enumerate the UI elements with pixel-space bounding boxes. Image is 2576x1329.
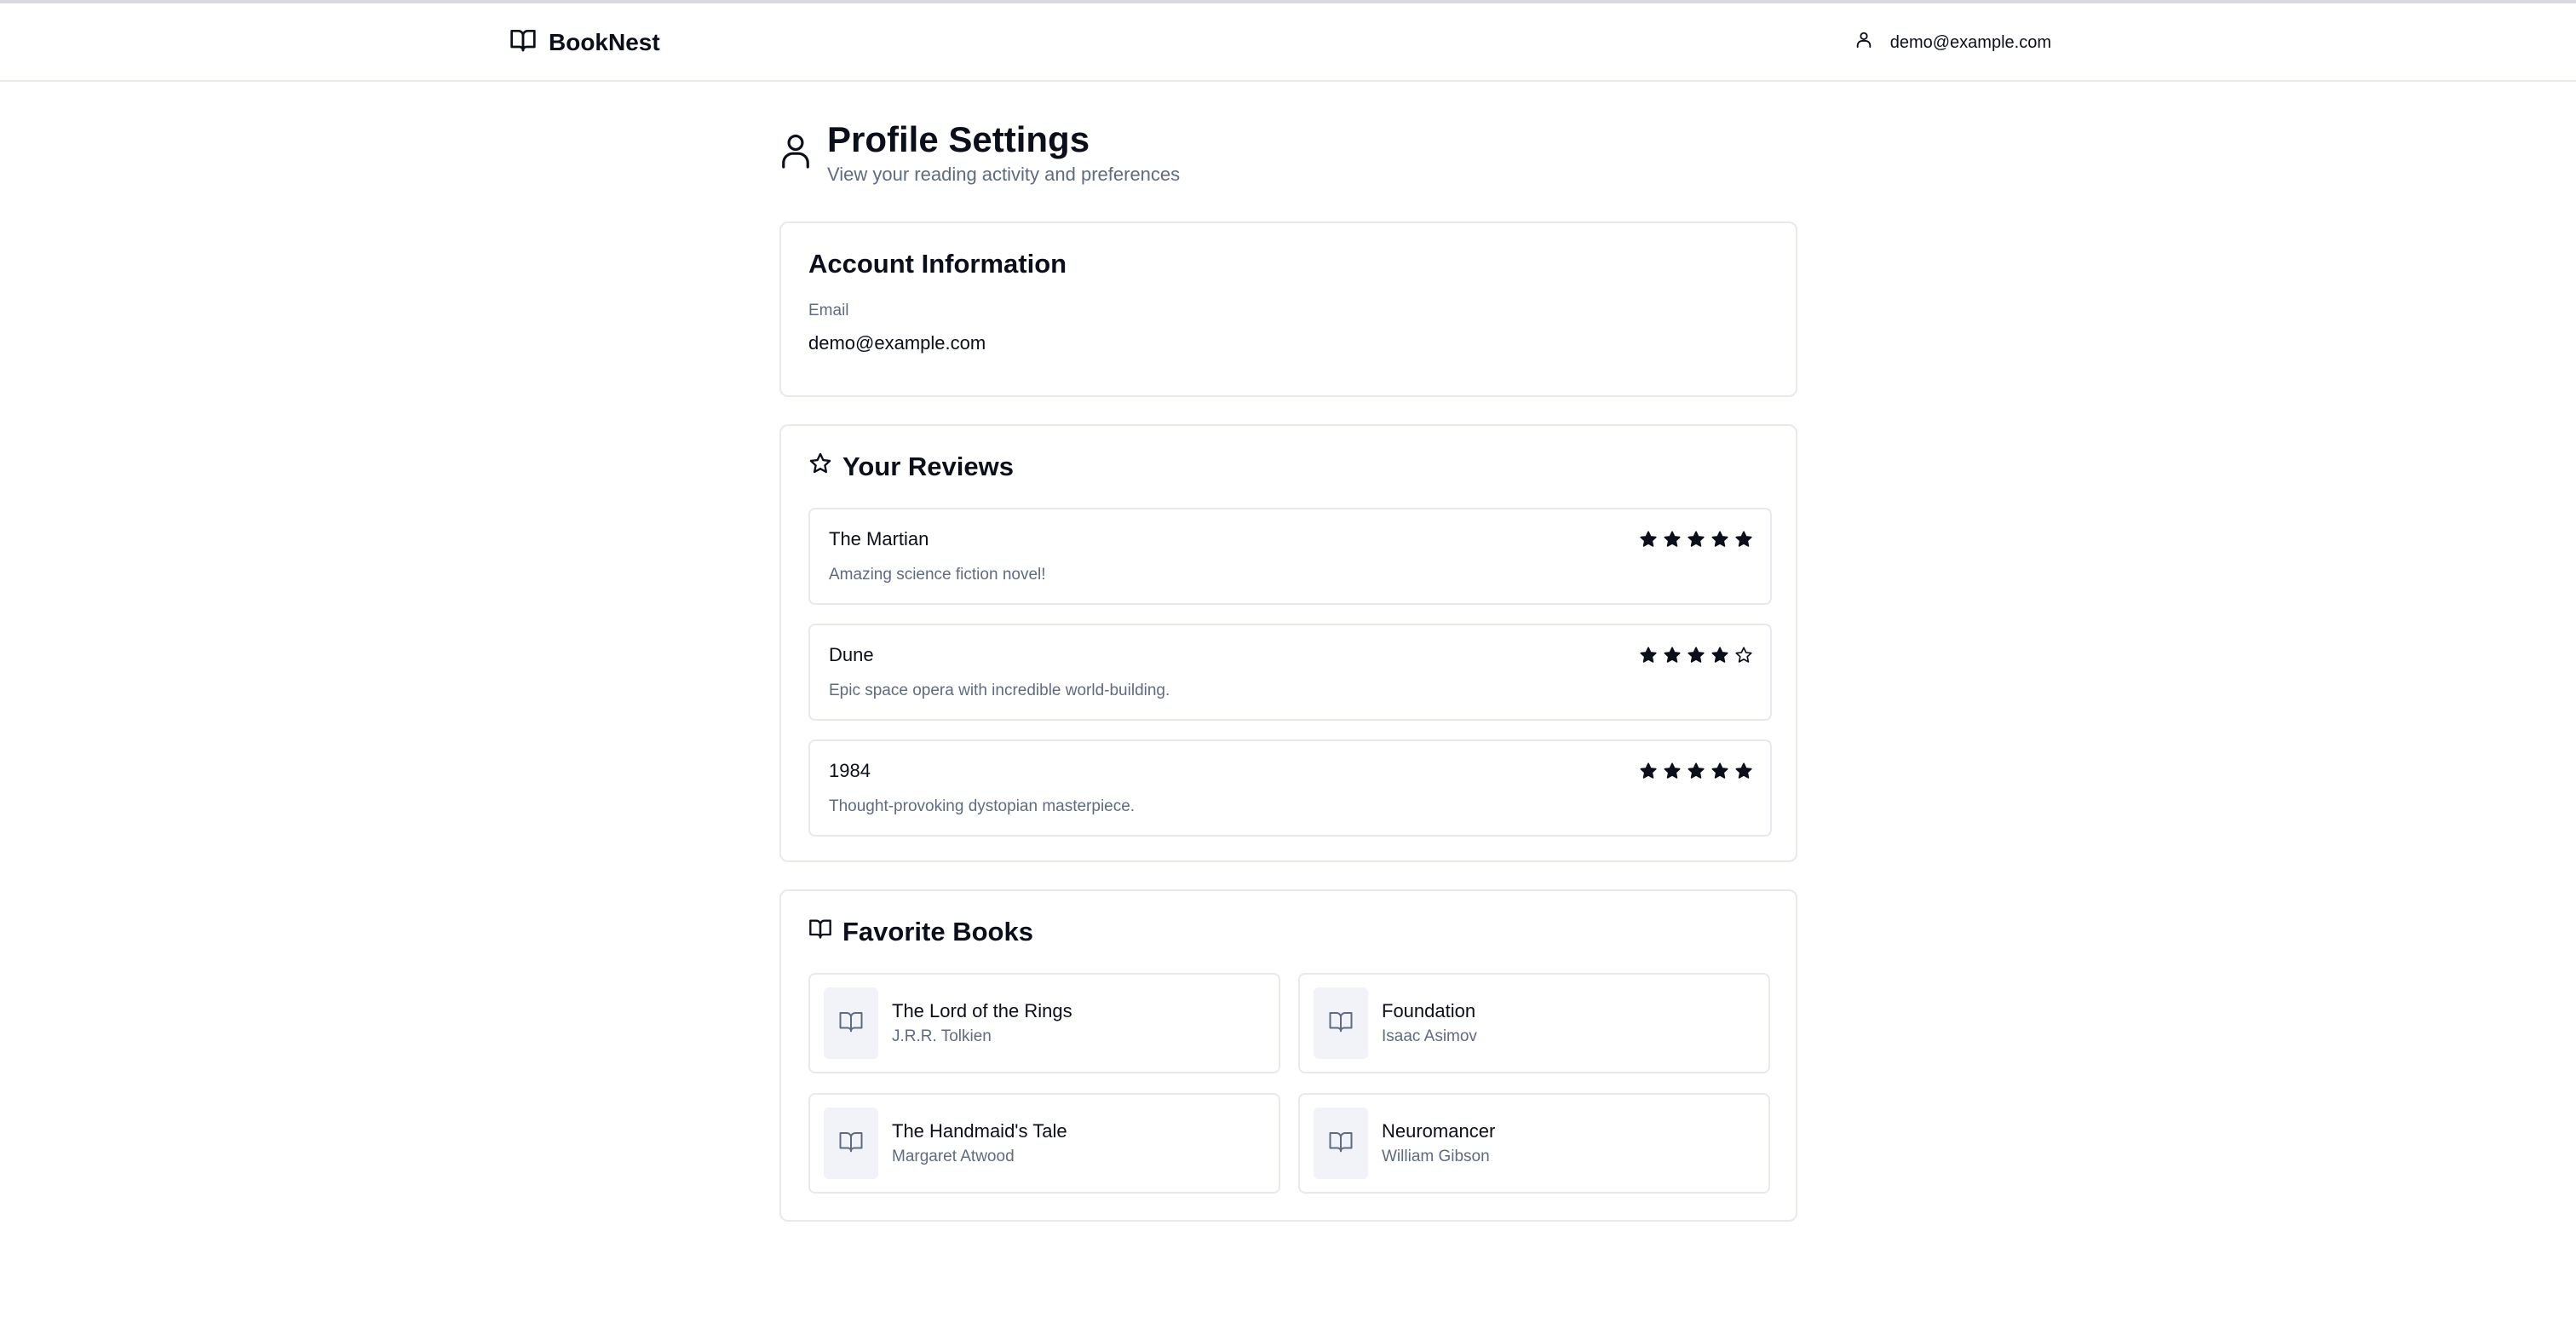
favorite-book-title: The Handmaid's Tale [892, 1120, 1067, 1142]
book-thumbnail [1314, 987, 1368, 1059]
reviews-card: Your Reviews The Martian Amazing science… [779, 424, 1797, 862]
star-empty-icon [1734, 646, 1753, 664]
user-icon [1854, 31, 1873, 55]
review-item[interactable]: Dune Epic space opera with incredible wo… [808, 624, 1772, 721]
user-icon [779, 133, 812, 173]
account-heading: Account Information [808, 249, 1067, 279]
star-filled-icon [1663, 530, 1682, 549]
star-filled-icon [1639, 762, 1658, 780]
book-open-icon [838, 1009, 864, 1038]
review-comment: Amazing science fiction novel! [829, 566, 1046, 584]
star-rating [1639, 646, 1753, 664]
favorite-book-item[interactable]: Foundation Isaac Asimov [1298, 973, 1770, 1073]
book-open-icon [509, 26, 537, 60]
star-filled-icon [1639, 530, 1658, 549]
page-subtitle: View your reading activity and preferenc… [827, 164, 1181, 185]
brand-link[interactable]: BookNest [509, 26, 660, 60]
page-header: Profile Settings View your reading activ… [779, 118, 1180, 186]
reviews-heading-row: Your Reviews [808, 452, 1768, 482]
star-filled-icon [1663, 646, 1682, 664]
star-filled-icon [1734, 530, 1753, 549]
favorite-book-item[interactable]: Neuromancer William Gibson [1298, 1093, 1770, 1194]
review-comment: Thought-provoking dystopian masterpiece. [829, 797, 1136, 815]
star-rating [1639, 762, 1753, 780]
star-filled-icon [1639, 646, 1658, 664]
book-open-icon [838, 1129, 864, 1159]
review-book-title: The Martian [829, 528, 929, 549]
book-open-icon [1328, 1009, 1354, 1038]
favorite-book-item[interactable]: The Handmaid's Tale Margaret Atwood [808, 1093, 1280, 1194]
favorite-books-card: Favorite Books The Lord of the Rings J.R… [779, 889, 1797, 1222]
review-item[interactable]: The Martian Amazing science fiction nove… [808, 508, 1772, 605]
favorite-book-author: J.R.R. Tolkien [892, 1027, 992, 1045]
favorites-heading: Favorite Books [842, 917, 1033, 946]
star-filled-icon [1711, 530, 1729, 549]
review-comment: Epic space opera with incredible world-b… [829, 682, 1170, 699]
favorite-book-title: The Lord of the Rings [892, 1000, 1072, 1021]
email-label: Email [808, 302, 849, 319]
review-book-title: 1984 [829, 760, 871, 781]
star-filled-icon [1687, 646, 1705, 664]
star-filled-icon [1711, 762, 1729, 780]
star-filled-icon [1687, 530, 1705, 549]
star-icon [808, 452, 832, 482]
user-email: demo@example.com [1889, 32, 2051, 52]
favorite-book-title: Neuromancer [1382, 1120, 1496, 1142]
review-item[interactable]: 1984 Thought-provoking dystopian masterp… [808, 739, 1772, 837]
favorite-book-author: Isaac Asimov [1382, 1027, 1477, 1045]
star-rating [1639, 530, 1753, 549]
star-filled-icon [1687, 762, 1705, 780]
favorite-book-item[interactable]: The Lord of the Rings J.R.R. Tolkien [808, 973, 1280, 1073]
book-open-icon [1328, 1129, 1354, 1159]
user-menu[interactable]: demo@example.com [1854, 26, 2051, 60]
review-book-title: Dune [829, 644, 874, 665]
favorite-book-title: Foundation [1382, 1000, 1476, 1021]
reviews-heading: Your Reviews [842, 452, 1015, 481]
star-filled-icon [1734, 762, 1753, 780]
email-value: demo@example.com [808, 332, 986, 354]
book-thumbnail [1314, 1108, 1368, 1179]
brand-name: BookNest [549, 29, 660, 55]
star-filled-icon [1663, 762, 1682, 780]
top-navbar: BookNest demo@example.com [0, 3, 2576, 82]
favorites-heading-row: Favorite Books [808, 917, 1768, 947]
book-thumbnail [824, 1108, 878, 1179]
favorite-book-author: William Gibson [1382, 1148, 1490, 1165]
book-thumbnail [824, 987, 878, 1059]
page-title: Profile Settings [827, 119, 1090, 159]
book-open-icon [808, 917, 832, 947]
account-information-card: Account Information Email demo@example.c… [779, 222, 1797, 397]
star-filled-icon [1711, 646, 1729, 664]
favorite-book-author: Margaret Atwood [892, 1148, 1015, 1165]
